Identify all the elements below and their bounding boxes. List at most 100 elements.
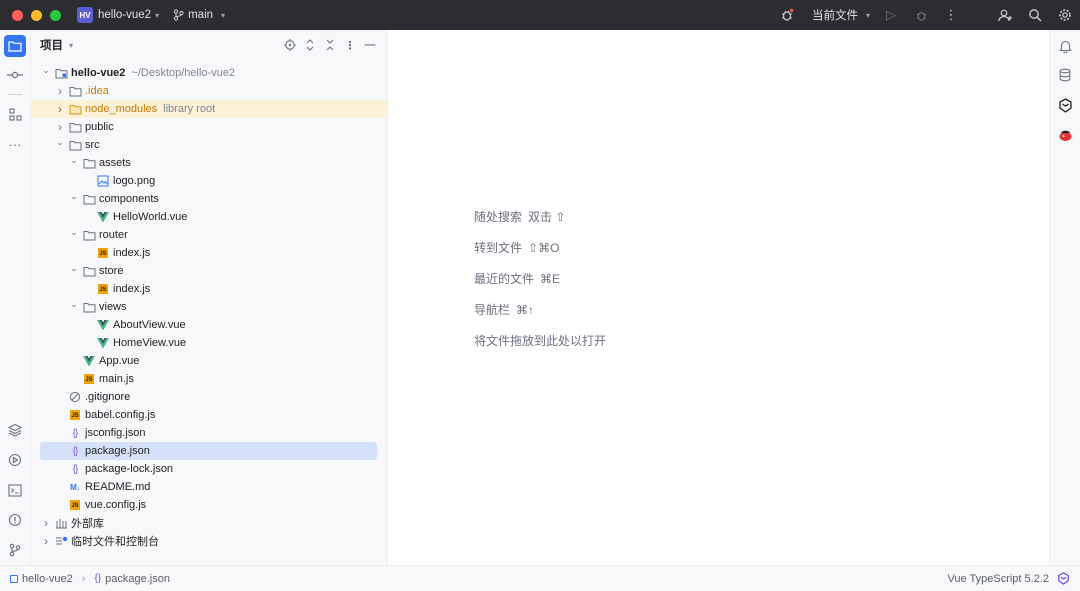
hint-search-everywhere: 随处搜索 双击 ⇧ [474, 208, 565, 225]
branch-name: main [188, 9, 214, 21]
title-bar-actions: 当前文件 ▾ ▷ ⋮ [772, 0, 1080, 30]
json-icon: {} [94, 573, 102, 584]
tree-node-folder[interactable]: ⌄ hello-vue2 ~/Desktop/hello-vue2 [31, 64, 387, 82]
editor-empty-area[interactable]: 随处搜索 双击 ⇧ 转到文件 ⇧⌘O 最近的文件 ⌘E 导航栏 ⌘↑ 将文件拖放到此处以… [388, 30, 1049, 565]
tree-node-folder[interactable]: › .idea [31, 82, 387, 100]
search-icon[interactable] [1020, 0, 1050, 30]
tree-node-file[interactable]: JS main.js [31, 370, 387, 388]
database-icon[interactable] [1054, 64, 1076, 86]
tree-node-file[interactable]: AboutView.vue [31, 316, 387, 334]
tree-node-folder[interactable]: › 临时文件和控制台 [31, 532, 387, 550]
tree-node-folder[interactable]: ⌄ router [31, 226, 387, 244]
toolbar-divider [8, 94, 22, 95]
project-panel-actions: ⋮ — [283, 30, 377, 60]
tree-node-file[interactable]: HomeView.vue [31, 334, 387, 352]
tree-node-label: package-lock.json [85, 463, 174, 475]
chevron-down-icon[interactable]: ⌄ [68, 299, 80, 310]
tree-node-label: router [99, 229, 128, 241]
more-actions-icon[interactable]: ⋮ [936, 0, 966, 30]
breadcrumb-file[interactable]: package.json [105, 573, 170, 585]
tree-node-label: assets [99, 157, 131, 169]
tree-node-hint: library root [163, 103, 216, 115]
tree-node-folder[interactable]: ⌄ components [31, 190, 387, 208]
chevron-down-icon[interactable]: ⌄ [68, 227, 80, 238]
tree-node-folder[interactable]: › 外部库 [31, 514, 387, 532]
layers-icon[interactable] [4, 419, 26, 441]
tree-node-file[interactable]: JS index.js [31, 280, 387, 298]
collapse-all-icon[interactable] [323, 38, 337, 52]
js-file-icon: JS [68, 408, 82, 422]
ai-status-icon[interactable] [1057, 572, 1070, 585]
tree-node-folder[interactable]: ⌄ assets [31, 154, 387, 172]
folder-icon [68, 138, 82, 152]
add-user-icon[interactable] [990, 0, 1020, 30]
zoom-window-button[interactable] [50, 9, 61, 21]
tree-node-file[interactable]: {} jsconfig.json [31, 424, 387, 442]
hint-goto-file: 转到文件 ⇧⌘O [474, 239, 559, 256]
bug-icon[interactable] [772, 0, 802, 30]
tree-node-file[interactable]: M↓ README.md [31, 478, 387, 496]
minimize-window-button[interactable] [31, 9, 42, 21]
chevron-right-icon[interactable]: › [40, 516, 52, 530]
tree-node-file[interactable]: HelloWorld.vue [31, 208, 387, 226]
project-panel-title[interactable]: 项目 [40, 37, 63, 53]
chevron-down-icon[interactable]: ▾ [69, 41, 73, 50]
tree-node-file[interactable]: {} package-lock.json [31, 460, 387, 478]
problems-icon[interactable] [4, 509, 26, 531]
tree-node-file[interactable]: JS vue.config.js [31, 496, 387, 514]
tree-node-file[interactable]: JS index.js [31, 244, 387, 262]
debug-icon[interactable] [906, 0, 936, 30]
ai-assistant-icon[interactable] [1054, 94, 1076, 116]
tree-node-folder[interactable]: › public [31, 118, 387, 136]
tree-node-file[interactable]: JS babel.config.js [31, 406, 387, 424]
tree-node-folder[interactable]: ⌄ src [31, 136, 387, 154]
terminal-icon[interactable] [4, 479, 26, 501]
module-folder-icon [54, 66, 68, 80]
settings-gear-icon[interactable] [1050, 0, 1080, 30]
tree-node-folder[interactable]: › node_modules library root [31, 100, 387, 118]
tree-node-file[interactable]: App.vue [31, 352, 387, 370]
hint-label: 将文件拖放到此处以打开 [474, 334, 607, 348]
expand-all-icon[interactable] [303, 38, 317, 52]
vcs-branch-widget[interactable]: main ▾ [173, 9, 225, 21]
folder-icon [82, 228, 96, 242]
chevron-down-icon[interactable]: ⌄ [68, 155, 80, 166]
breadcrumb-project[interactable]: hello-vue2 [22, 573, 73, 585]
hide-panel-icon[interactable]: — [363, 38, 377, 52]
tree-node-file[interactable]: logo.png [31, 172, 387, 190]
tree-node-file[interactable]: .gitignore [31, 388, 387, 406]
git-icon[interactable] [4, 539, 26, 561]
chevron-down-icon[interactable]: ⌄ [54, 137, 66, 148]
chevron-right-icon[interactable]: › [54, 120, 66, 134]
structure-icon[interactable] [4, 103, 26, 125]
chevron-right-icon[interactable]: › [40, 534, 52, 548]
tree-node-folder[interactable]: ⌄ store [31, 262, 387, 280]
chevron-down-icon[interactable]: ⌄ [68, 191, 80, 202]
tree-node-label: .gitignore [85, 391, 131, 403]
chevron-down-icon[interactable]: ⌄ [40, 65, 52, 76]
tree-node-file[interactable]: {} package.json [40, 442, 377, 460]
project-badge-icon[interactable]: HV [77, 7, 93, 23]
chevron-right-icon[interactable]: › [54, 84, 66, 98]
chevron-down-icon: ▾ [221, 10, 226, 20]
tree-node-label: babel.config.js [85, 409, 156, 421]
services-run-icon[interactable] [4, 449, 26, 471]
locate-file-icon[interactable] [283, 38, 297, 52]
status-bar-widgets: Vue TypeScript 5.2.2 [947, 566, 1070, 591]
project-switcher[interactable]: hello-vue2 [98, 9, 151, 21]
notifications-bell-icon[interactable] [1054, 35, 1076, 57]
commit-icon[interactable] [4, 64, 26, 86]
more-tool-windows-icon[interactable]: ··· [4, 133, 26, 155]
chevron-down-icon[interactable]: ⌄ [68, 263, 80, 274]
run-configuration-selector[interactable]: 当前文件 ▾ [812, 7, 870, 23]
language-service-widget[interactable]: Vue TypeScript 5.2.2 [947, 573, 1049, 585]
close-window-button[interactable] [12, 9, 23, 21]
project-tool-window-folder-icon[interactable] [4, 35, 26, 57]
run-icon[interactable]: ▷ [876, 0, 906, 30]
options-menu-icon[interactable]: ⋮ [343, 38, 357, 52]
plugin-red-icon[interactable] [1054, 124, 1076, 146]
hint-label: 转到文件 [474, 241, 523, 255]
tree-node-label: HelloWorld.vue [113, 211, 188, 223]
chevron-right-icon[interactable]: › [54, 102, 66, 116]
tree-node-folder[interactable]: ⌄ views [31, 298, 387, 316]
